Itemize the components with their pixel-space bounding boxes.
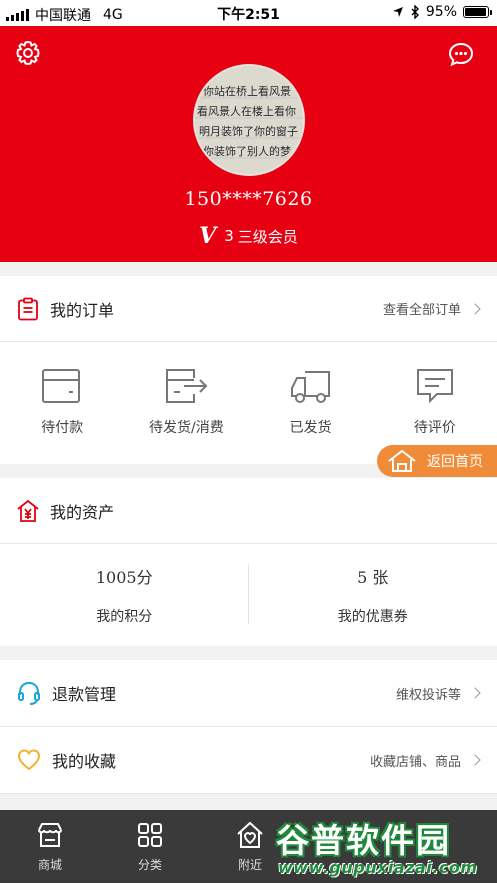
coupons-label: 我的优惠券 xyxy=(337,609,408,625)
refund-management-row[interactable]: 退款管理 维权投诉等 xyxy=(0,660,497,727)
tab-category[interactable]: 分类 xyxy=(100,810,200,883)
refund-title: 退款管理 xyxy=(52,685,117,704)
favorites-more-label: 收藏店铺、商品 xyxy=(369,754,461,770)
wallet-icon xyxy=(42,369,81,403)
profile-header: 你站在桥上看风景 看风景人在楼上看你 明月装饰了你的窗子 你装饰了别人的梦 15… xyxy=(0,26,497,262)
tab-mall[interactable]: 商城 xyxy=(0,810,100,883)
orders-title: 我的订单 xyxy=(50,300,115,320)
nearby-icon xyxy=(237,821,263,848)
store-icon xyxy=(38,823,62,847)
grid-icon xyxy=(138,823,162,847)
my-coupons[interactable]: 5 张 我的优惠券 xyxy=(249,544,497,644)
user-phone: 150****7626 xyxy=(184,188,313,210)
bottom-tab-bar: 商城 分类 附近 xyxy=(0,810,497,883)
avatar-handwriting-1: 你站在桥上看风景 xyxy=(203,84,291,98)
chevron-right-icon xyxy=(469,687,481,699)
tab-mall-label: 商城 xyxy=(37,858,62,872)
view-all-orders-link[interactable]: 查看全部订单 xyxy=(382,299,481,318)
avatar-handwriting-4: 你装饰了别人的梦 xyxy=(203,144,291,158)
truck-icon xyxy=(290,371,330,403)
vip-badge-icon: V xyxy=(199,223,217,249)
orders-header[interactable]: 我的订单 查看全部订单 xyxy=(0,276,497,342)
back-home-button[interactable]: 返回首页 xyxy=(377,445,497,477)
back-home-label: 返回首页 xyxy=(427,454,483,470)
order-pending-payment[interactable]: 待付款 xyxy=(0,342,124,464)
menu-list: 退款管理 维权投诉等 我的收藏 收藏店铺、商品 xyxy=(0,660,497,794)
points-label: 我的积分 xyxy=(96,609,153,625)
order-shipped-label: 已发货 xyxy=(289,420,332,436)
assets-row: 1005分 我的积分 5 张 我的优惠券 xyxy=(0,544,497,644)
coupons-value: 5 张 xyxy=(357,568,389,587)
favorites-more: 收藏店铺、商品 xyxy=(369,751,481,770)
member-level: V 3 三级会员 xyxy=(0,223,497,249)
money-house-icon xyxy=(16,499,40,523)
order-pending-review-label: 待评价 xyxy=(413,420,456,436)
refund-more: 维权投诉等 xyxy=(395,684,481,703)
avatar[interactable]: 你站在桥上看风景 看风景人在楼上看你 明月装饰了你的窗子 你装饰了别人的梦 xyxy=(193,64,305,176)
assets-title: 我的资产 xyxy=(50,502,115,522)
location-arrow-icon xyxy=(392,7,403,17)
headset-icon xyxy=(16,680,42,706)
order-pending-shipment-label: 待发货/消费 xyxy=(149,420,224,436)
chevron-right-icon xyxy=(469,302,481,315)
pending-ship-icon xyxy=(166,369,208,403)
assets-card: 我的资产 1005分 我的积分 5 张 我的优惠券 xyxy=(0,478,497,646)
chevron-right-icon xyxy=(469,754,481,766)
app-screen: 中国联通 4G 下午2:51 95% 你站在桥上看风景 看风景人在楼上看你 明月… xyxy=(0,0,497,883)
status-bar: 中国联通 4G 下午2:51 95% xyxy=(0,0,497,26)
favorites-row[interactable]: 我的收藏 收藏店铺、商品 xyxy=(0,727,497,794)
review-icon xyxy=(416,369,453,404)
tab-nearby-label: 附近 xyxy=(237,858,262,872)
favorites-title: 我的收藏 xyxy=(52,752,117,771)
settings-gear-icon[interactable] xyxy=(13,38,43,68)
points-value: 1005分 xyxy=(95,568,153,587)
avatar-handwriting-2: 看风景人在楼上看你 xyxy=(197,104,296,118)
level-number: 3 xyxy=(224,227,234,245)
my-points[interactable]: 1005分 我的积分 xyxy=(0,544,249,644)
message-bubble-icon[interactable] xyxy=(446,39,476,69)
avatar-handwriting-3: 明月装饰了你的窗子 xyxy=(199,124,298,138)
clipboard-icon xyxy=(16,297,40,321)
order-pending-payment-label: 待付款 xyxy=(41,420,84,436)
tab-nearby[interactable]: 附近 xyxy=(200,810,300,883)
bluetooth-icon xyxy=(411,5,419,19)
assets-divider xyxy=(248,564,249,624)
assets-header[interactable]: 我的资产 xyxy=(0,478,497,544)
level-text: 三级会员 xyxy=(237,227,298,246)
battery-percent: 95% xyxy=(425,4,457,20)
order-shipped[interactable]: 已发货 xyxy=(249,342,373,464)
battery-icon xyxy=(463,6,492,18)
heart-icon xyxy=(16,747,42,773)
view-all-orders-label: 查看全部订单 xyxy=(382,303,461,318)
orders-card: 我的订单 查看全部订单 待付款 待发货/消费 已发货 待评价 xyxy=(0,276,497,464)
order-pending-shipment[interactable]: 待发货/消费 xyxy=(124,342,248,464)
tab-category-label: 分类 xyxy=(137,858,162,872)
home-icon xyxy=(388,449,416,472)
refund-more-label: 维权投诉等 xyxy=(395,687,461,703)
